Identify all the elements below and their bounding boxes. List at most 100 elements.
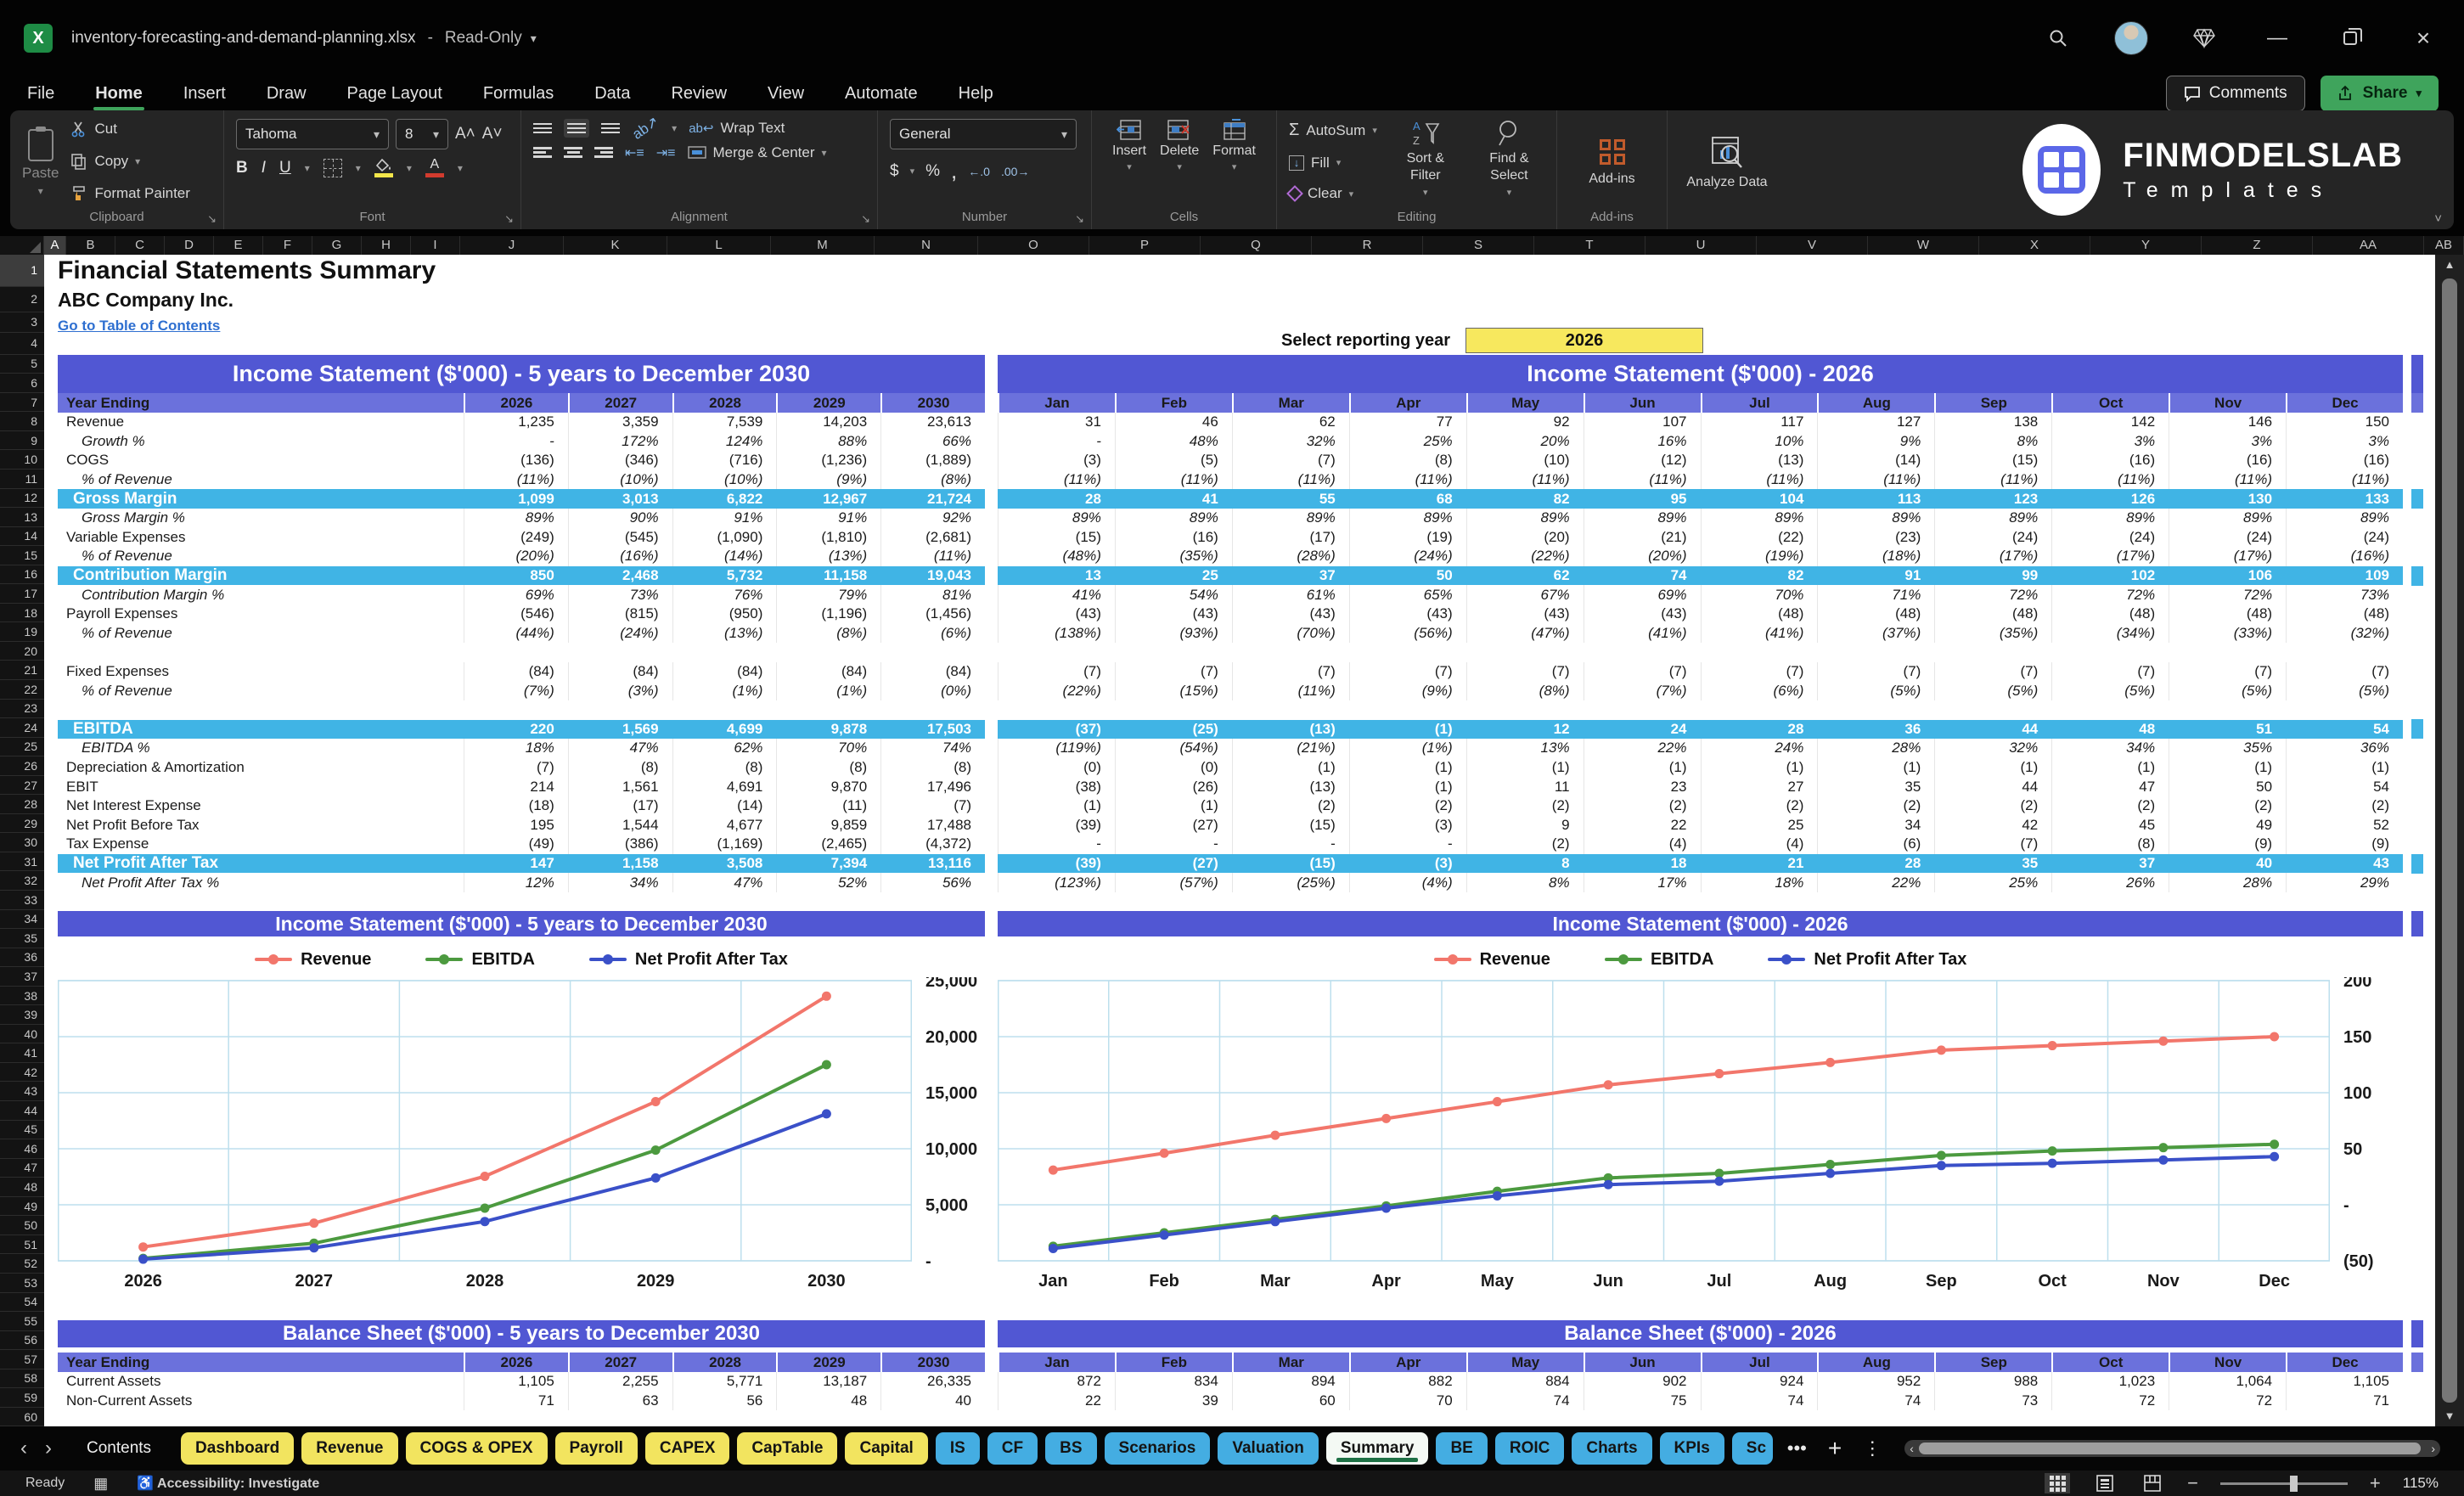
header-cell[interactable]: Aug — [1817, 393, 1934, 413]
select-all-corner[interactable] — [0, 236, 44, 255]
cell[interactable]: (4) — [1700, 835, 1818, 854]
cell[interactable]: (43) — [1348, 604, 1466, 624]
cell[interactable]: 68 — [1349, 489, 1466, 509]
cell[interactable]: (14) — [672, 796, 777, 816]
row-header-49[interactable]: 49 — [0, 1197, 44, 1217]
cell[interactable]: 31 — [998, 413, 1115, 432]
header-cell[interactable]: Dec — [2286, 393, 2403, 413]
column-header-U[interactable]: U — [1645, 236, 1757, 255]
zoom-slider[interactable] — [2219, 1475, 2348, 1492]
cell[interactable]: 27 — [1700, 777, 1818, 796]
cell[interactable]: 109 — [2286, 566, 2403, 586]
cell[interactable]: 35% — [2169, 739, 2286, 758]
cell[interactable]: (16%) — [567, 547, 672, 566]
cell[interactable]: 46 — [1114, 413, 1232, 432]
cell[interactable]: (44%) — [464, 623, 568, 644]
cell[interactable]: (24) — [2051, 527, 2169, 548]
cell[interactable]: (136) — [464, 451, 568, 470]
cell[interactable]: (8%) — [776, 623, 880, 644]
cell[interactable]: 988 — [1934, 1372, 2051, 1392]
column-header-Q[interactable]: Q — [1201, 236, 1312, 255]
row-header-53[interactable]: 53 — [0, 1274, 44, 1293]
cell[interactable]: 49 — [2169, 815, 2286, 835]
cell[interactable]: (249) — [464, 527, 568, 548]
percent-format-button[interactable]: % — [925, 162, 940, 181]
align-bottom-button[interactable] — [601, 121, 620, 136]
cell[interactable]: (28%) — [1231, 547, 1349, 566]
cell[interactable]: 99 — [1934, 566, 2051, 586]
sheet-tab-is[interactable]: IS — [935, 1432, 980, 1465]
dialog-launcher-icon[interactable]: ↘ — [1075, 209, 1084, 229]
column-header-J[interactable]: J — [460, 236, 564, 255]
cell[interactable]: 41% — [998, 585, 1115, 605]
row-header-56[interactable]: 56 — [0, 1331, 44, 1351]
header-cell[interactable]: 2030 — [880, 393, 985, 413]
cell[interactable]: (2,681) — [880, 527, 985, 548]
cell[interactable]: (35%) — [1114, 547, 1232, 566]
cell[interactable]: 70% — [776, 739, 880, 758]
row-header-54[interactable]: 54 — [0, 1293, 44, 1313]
cell[interactable]: 72 — [2051, 1391, 2169, 1411]
cell[interactable]: 47% — [672, 873, 777, 892]
header-cell[interactable]: Apr — [1348, 1353, 1466, 1372]
cell[interactable]: (2) — [1817, 796, 1934, 816]
cell[interactable]: 54% — [1114, 585, 1232, 605]
header-cell[interactable]: Sep — [1934, 1353, 2051, 1372]
cell[interactable]: (49) — [464, 835, 568, 854]
row-header-31[interactable]: 31 — [0, 852, 44, 872]
cell[interactable]: 834 — [1114, 1372, 1232, 1392]
cell[interactable]: (84) — [776, 661, 880, 682]
cell[interactable]: 28% — [1817, 739, 1934, 758]
cell[interactable]: 1,235 — [464, 413, 568, 432]
cell[interactable]: 89% — [1231, 508, 1349, 528]
cell[interactable]: (1,236) — [776, 451, 880, 470]
row-header-23[interactable]: 23 — [0, 700, 44, 719]
cell[interactable]: 52 — [2286, 815, 2403, 835]
row-label[interactable]: Depreciation & Amortization — [58, 758, 464, 778]
cell[interactable]: 62% — [672, 739, 777, 758]
cell[interactable]: (7%) — [464, 681, 568, 700]
cell[interactable]: (11%) — [2169, 470, 2286, 490]
cell[interactable]: 71% — [1817, 585, 1934, 605]
cell[interactable]: 48 — [2051, 720, 2169, 740]
income-chart-annual[interactable]: Income Statement ($'000) - 5 years to De… — [58, 911, 985, 1297]
cell[interactable]: 9,870 — [776, 777, 880, 796]
dialog-launcher-icon[interactable]: ↘ — [504, 209, 514, 229]
cell[interactable]: (1,169) — [672, 835, 777, 854]
cell[interactable]: 22 — [1583, 815, 1701, 835]
cell[interactable]: (11%) — [880, 547, 985, 566]
cell[interactable]: (1,889) — [880, 451, 985, 470]
row-label[interactable]: Fixed Expenses — [58, 662, 464, 682]
cell[interactable]: (33%) — [2169, 623, 2286, 644]
cell[interactable]: (5%) — [2169, 681, 2286, 700]
cell[interactable]: 1,023 — [2051, 1372, 2169, 1392]
row-header-25[interactable]: 25 — [0, 738, 44, 757]
row-label[interactable]: Net Interest Expense — [58, 796, 464, 816]
cell[interactable]: 127 — [1817, 413, 1934, 432]
cell[interactable]: 72% — [1934, 585, 2051, 605]
cell[interactable]: (2) — [2286, 796, 2403, 816]
cell[interactable]: (24) — [1934, 527, 2051, 548]
cell[interactable]: (0) — [998, 757, 1115, 778]
cell[interactable]: (37) — [998, 720, 1115, 740]
cell[interactable]: (2,465) — [776, 835, 880, 854]
cell[interactable]: (17%) — [2051, 547, 2169, 566]
zoom-out-button[interactable]: − — [2187, 1472, 2198, 1494]
cell[interactable]: (3) — [998, 451, 1115, 470]
read-only-badge[interactable]: Read-Only — [445, 29, 522, 48]
cell[interactable]: (7) — [1114, 661, 1232, 682]
cell[interactable]: 89% — [1817, 508, 1934, 528]
scroll-up-icon[interactable]: ▲ — [2444, 255, 2456, 275]
cell[interactable]: (1) — [1231, 757, 1349, 778]
cell[interactable]: (23) — [1817, 527, 1934, 548]
cell[interactable]: 1,099 — [464, 489, 568, 509]
cell[interactable]: 22 — [998, 1391, 1115, 1411]
row-label[interactable]: Non-Current Assets — [58, 1392, 464, 1411]
header-cell[interactable]: May — [1465, 393, 1584, 413]
cell[interactable]: 92% — [880, 508, 985, 528]
sheet-tab-cf[interactable]: CF — [987, 1432, 1038, 1465]
cell[interactable]: 89% — [1348, 508, 1466, 528]
row-header-14[interactable]: 14 — [0, 527, 44, 547]
cell[interactable]: 884 — [1465, 1372, 1584, 1392]
cell[interactable]: (1) — [998, 796, 1115, 816]
